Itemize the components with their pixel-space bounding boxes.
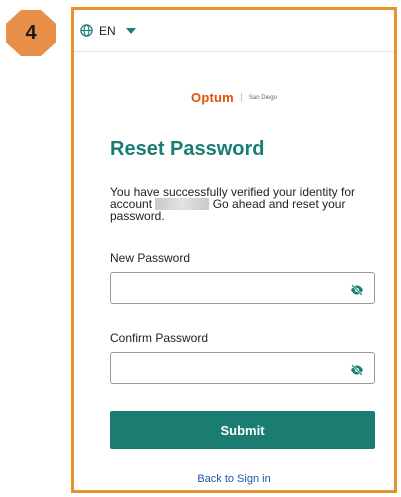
confirm-password-input[interactable]	[111, 353, 341, 383]
submit-button[interactable]: Submit	[110, 411, 375, 449]
back-to-sign-in-link[interactable]: Back to Sign in	[74, 473, 394, 485]
page-title: Reset Password	[110, 138, 265, 160]
language-code: EN	[99, 23, 116, 38]
language-selector[interactable]: EN	[74, 10, 394, 52]
confirm-password-box	[110, 352, 375, 384]
brand-divider	[240, 93, 242, 102]
new-password-input[interactable]	[111, 273, 341, 303]
new-password-box	[110, 272, 375, 304]
brand-logo: Optum San Diego	[74, 90, 394, 105]
new-password-label: New Password	[110, 251, 191, 265]
step-number: 4	[25, 21, 37, 44]
reset-password-frame: EN Optum San Diego Reset Password You ha…	[71, 7, 397, 493]
brand-subtitle: San Diego	[248, 94, 277, 101]
confirm-password-label: Confirm Password	[110, 331, 209, 345]
brand-name: Optum	[191, 90, 234, 105]
chevron-down-icon	[125, 27, 136, 34]
eye-slash-icon[interactable]	[350, 283, 364, 296]
globe-icon	[80, 24, 93, 37]
step-badge: 4	[6, 10, 56, 56]
intro-text: You have successfully verified your iden…	[110, 186, 372, 222]
eye-slash-icon[interactable]	[350, 363, 364, 376]
